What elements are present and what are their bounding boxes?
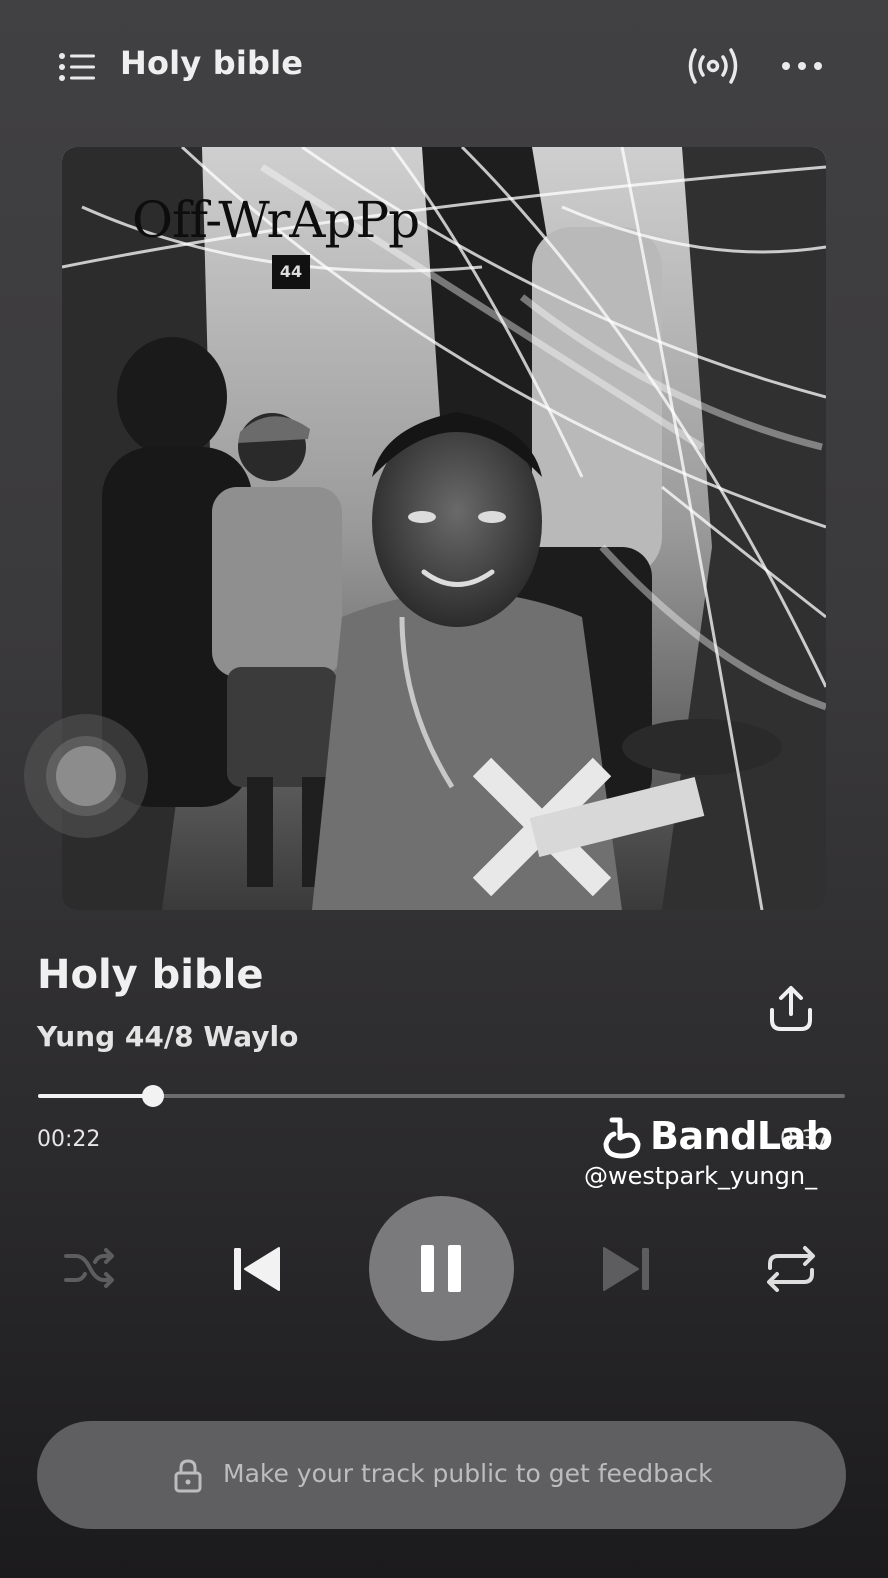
repeat-button[interactable]	[762, 1242, 820, 1296]
bandlab-handle-text: @westpark_yungn_	[584, 1162, 818, 1190]
share-button[interactable]	[764, 984, 818, 1034]
more-horizontal-icon	[782, 62, 822, 70]
floating-assistive-button[interactable]	[24, 714, 148, 838]
broadcast-button[interactable]	[686, 44, 740, 88]
shuffle-button[interactable]	[62, 1244, 118, 1294]
previous-track-button[interactable]	[229, 1242, 285, 1296]
broadcast-icon	[688, 48, 738, 84]
seek-bar-thumb[interactable]	[142, 1085, 165, 1107]
more-options-button[interactable]	[780, 52, 824, 80]
seek-bar-fill	[38, 1094, 154, 1098]
queue-list-button[interactable]	[56, 48, 98, 86]
lock-icon	[174, 1459, 202, 1493]
assistive-button-core	[56, 746, 116, 806]
share-upload-icon	[770, 986, 812, 1031]
bandlab-brand-text: BandLab	[650, 1114, 833, 1158]
elapsed-time: 00:22	[37, 1127, 101, 1152]
seek-bar[interactable]	[38, 1085, 845, 1107]
repeat-icon	[767, 1246, 815, 1292]
bandlab-watermark: BandLab @westpark_yungn_	[584, 1112, 844, 1194]
make-public-feedback-button[interactable]: Make your track public to get feedback	[37, 1421, 846, 1529]
next-track-button[interactable]	[598, 1242, 654, 1296]
skip-next-icon	[603, 1247, 649, 1291]
list-icon	[59, 53, 95, 81]
top-bar: Holy bible	[0, 0, 888, 135]
shuffle-icon	[64, 1248, 114, 1288]
track-title: Holy bible	[37, 952, 264, 998]
artwork-logo-text: Off-WrApPp	[132, 191, 420, 249]
bandlab-logo-icon	[603, 1117, 641, 1159]
artwork-badge: 44	[272, 255, 310, 289]
pause-button[interactable]	[369, 1196, 514, 1341]
feedback-text: Make your track public to get feedback	[223, 1459, 713, 1488]
album-artwork: Off-WrApPp 44	[62, 147, 826, 910]
skip-previous-icon	[234, 1247, 280, 1291]
track-artist[interactable]: Yung 44/8 Waylo	[37, 1020, 298, 1053]
pause-icon	[421, 1245, 461, 1292]
page-title: Holy bible	[120, 44, 304, 82]
